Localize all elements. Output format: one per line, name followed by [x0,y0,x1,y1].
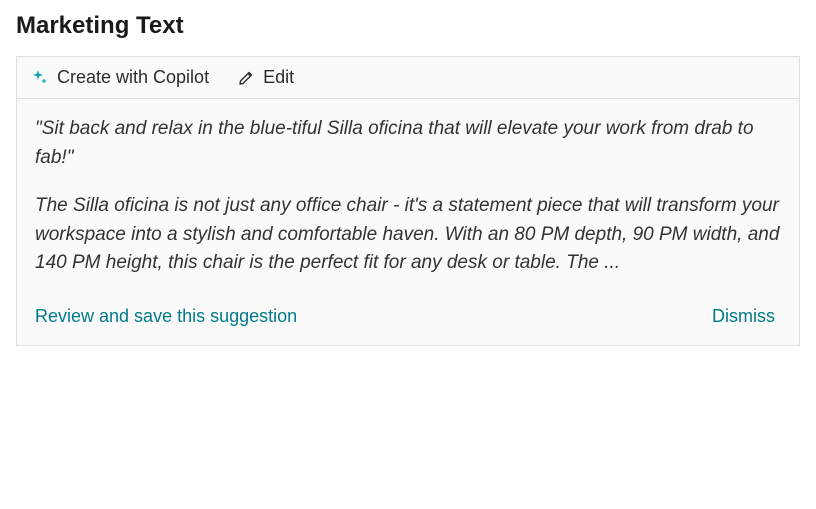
pencil-icon [237,69,255,87]
section-title: Marketing Text [16,12,800,40]
suggestion-body: The Silla oficina is not just any office… [35,192,781,278]
create-with-copilot-label: Create with Copilot [57,67,209,88]
suggestion-content: "Sit back and relax in the blue-tiful Si… [17,99,799,345]
marketing-text-section: Marketing Text Create with Copilot [0,0,816,358]
toolbar: Create with Copilot Edit [17,57,799,99]
copilot-sparkle-icon [31,69,49,87]
edit-button[interactable]: Edit [237,67,294,88]
review-save-button[interactable]: Review and save this suggestion [35,306,297,327]
create-with-copilot-button[interactable]: Create with Copilot [31,67,209,88]
suggestion-actions: Review and save this suggestion Dismiss [35,306,781,327]
dismiss-button[interactable]: Dismiss [712,306,775,327]
marketing-text-panel: Create with Copilot Edit "Sit back and r… [16,56,800,346]
suggestion-quote: "Sit back and relax in the blue-tiful Si… [35,115,781,172]
edit-label: Edit [263,67,294,88]
